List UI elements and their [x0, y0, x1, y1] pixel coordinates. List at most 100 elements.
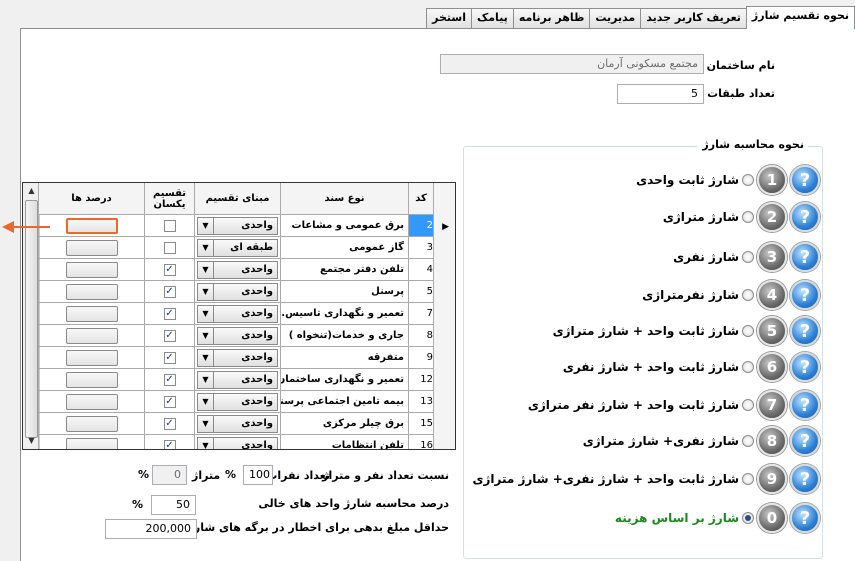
calc-option-radio[interactable] [742, 251, 754, 263]
question-icon[interactable]: ? [790, 242, 820, 272]
dropdown-arrow-icon[interactable]: ▼ [198, 371, 214, 388]
row-code-cell[interactable]: 7 [408, 303, 433, 325]
row-doc-type-cell[interactable]: گاز عمومی [280, 237, 408, 259]
tab-5[interactable]: استخر [426, 8, 472, 28]
calc-option-radio[interactable] [742, 399, 754, 411]
equal-checkbox[interactable]: ✓ [163, 263, 176, 276]
row-equal-cell[interactable] [144, 215, 194, 237]
header-equal[interactable]: تقسیم یکسان [144, 183, 194, 215]
row-base-cell[interactable]: ▼ واحدی [194, 303, 280, 325]
question-icon[interactable]: ? [790, 202, 820, 232]
row-doc-type-cell[interactable]: تعمیر و نگهداری ساختمان [280, 369, 408, 391]
base-combo[interactable]: ▼ واحدی [197, 216, 278, 235]
question-icon[interactable]: ? [790, 165, 820, 195]
header-percent[interactable]: درصد ها [38, 183, 144, 215]
row-percent-cell[interactable] [38, 369, 144, 391]
dropdown-arrow-icon[interactable]: ▼ [198, 261, 214, 278]
row-base-cell[interactable]: ▼ واحدی [194, 281, 280, 303]
base-combo[interactable]: ▼ واحدی [197, 282, 278, 301]
equal-checkbox[interactable]: ✓ [163, 395, 176, 408]
dropdown-arrow-icon[interactable]: ▼ [198, 393, 214, 410]
dropdown-arrow-icon[interactable]: ▼ [198, 349, 214, 366]
min-debt-field[interactable]: 200,000 [105, 519, 197, 539]
calc-option-radio[interactable] [742, 435, 754, 447]
row-percent-cell[interactable] [38, 413, 144, 435]
question-icon[interactable]: ? [790, 390, 820, 420]
dropdown-arrow-icon[interactable]: ▼ [198, 217, 214, 234]
row-code-cell[interactable]: 13 [408, 391, 433, 413]
row-equal-cell[interactable] [144, 237, 194, 259]
tab-3[interactable]: ظاهر برنامه [512, 8, 591, 28]
question-icon[interactable]: ? [790, 352, 820, 382]
row-equal-cell[interactable]: ✓ [144, 325, 194, 347]
row-code-cell[interactable]: 3 [408, 237, 433, 259]
calc-option-radio[interactable] [742, 512, 754, 524]
row-percent-cell[interactable] [38, 303, 144, 325]
row-doc-type-cell[interactable]: جاری و خدمات(تنخواه ) [280, 325, 408, 347]
floors-field[interactable]: 5 [617, 84, 704, 104]
row-percent-cell[interactable] [38, 391, 144, 413]
percent-input[interactable] [65, 393, 118, 410]
row-doc-type-cell[interactable]: تلفن انتظامات [280, 435, 408, 449]
calc-option-0[interactable]: ? 0 شارژ بر اساس هزینه [615, 501, 820, 535]
calc-option-5[interactable]: ? 5 شارژ ثابت واحد + شارژ متراژی [553, 314, 820, 348]
question-icon[interactable]: ? [790, 426, 820, 456]
percent-input[interactable] [65, 305, 118, 322]
question-icon[interactable]: ? [790, 464, 820, 494]
equal-checkbox[interactable]: ✓ [163, 373, 176, 386]
equal-checkbox[interactable] [163, 219, 176, 232]
base-combo[interactable]: ▼ واحدی [197, 392, 278, 411]
question-icon[interactable]: ? [790, 280, 820, 310]
row-code-cell[interactable]: 16 [408, 435, 433, 449]
question-icon[interactable]: ? [790, 503, 820, 533]
percent-input[interactable] [65, 415, 118, 432]
row-doc-type-cell[interactable]: تلفن دفتر مجتمع [280, 259, 408, 281]
row-base-cell[interactable]: ▼ واحدی [194, 413, 280, 435]
equal-checkbox[interactable]: ✓ [163, 285, 176, 298]
row-percent-cell[interactable] [38, 281, 144, 303]
row-equal-cell[interactable]: ✓ [144, 259, 194, 281]
tab-1[interactable]: تعریف کاربر جدید [640, 8, 747, 28]
base-combo[interactable]: ▼ واحدی [197, 414, 278, 433]
row-doc-type-cell[interactable]: پرسنل [280, 281, 408, 303]
row-code-cell[interactable]: 2 [408, 215, 433, 237]
equal-checkbox[interactable]: ✓ [163, 351, 176, 364]
row-equal-cell[interactable]: ✓ [144, 369, 194, 391]
row-base-cell[interactable]: ▼ طبقه ای [194, 237, 280, 259]
base-combo[interactable]: ▼ واحدی [197, 436, 278, 449]
percent-input[interactable] [65, 437, 118, 449]
row-code-cell[interactable]: 5 [408, 281, 433, 303]
percent-input[interactable] [65, 283, 118, 300]
row-percent-cell[interactable] [38, 215, 144, 237]
equal-checkbox[interactable] [163, 241, 176, 254]
base-combo[interactable]: ▼ واحدی [197, 348, 278, 367]
calc-option-radio[interactable] [742, 174, 754, 186]
calc-option-radio[interactable] [742, 289, 754, 301]
dropdown-arrow-icon[interactable]: ▼ [198, 305, 214, 322]
row-equal-cell[interactable]: ✓ [144, 281, 194, 303]
percent-input[interactable] [65, 261, 118, 278]
question-icon[interactable]: ? [790, 316, 820, 346]
row-percent-cell[interactable] [38, 347, 144, 369]
base-combo[interactable]: ▼ واحدی [197, 370, 278, 389]
dropdown-arrow-icon[interactable]: ▼ [198, 327, 214, 344]
area-field[interactable]: 0 [152, 465, 187, 485]
base-combo[interactable]: ▼ طبقه ای [197, 238, 278, 257]
percent-input[interactable] [65, 239, 118, 256]
tab-4[interactable]: پیامک [470, 8, 514, 28]
percent-input[interactable] [65, 371, 118, 388]
row-code-cell[interactable]: 9 [408, 347, 433, 369]
calc-option-2[interactable]: ? 2 شارژ متراژی [663, 200, 820, 234]
calc-option-radio[interactable] [742, 211, 754, 223]
row-equal-cell[interactable]: ✓ [144, 391, 194, 413]
percent-input[interactable] [65, 217, 118, 234]
row-doc-type-cell[interactable]: تعمیر و نگهداری تاسیس... [280, 303, 408, 325]
dropdown-arrow-icon[interactable]: ▼ [198, 415, 214, 432]
tab-0[interactable]: نحوه تقسیم شارژ [745, 6, 855, 29]
calc-option-9[interactable]: ? 9 شارژ ثابت واحد + شارژ نفری+ شارژ متراژ… [472, 462, 820, 496]
row-base-cell[interactable]: ▼ واحدی [194, 259, 280, 281]
row-doc-type-cell[interactable]: برق عمومی و مشاعات [280, 215, 408, 237]
row-base-cell[interactable]: ▼ واحدی [194, 435, 280, 449]
calc-option-radio[interactable] [742, 325, 754, 337]
row-doc-type-cell[interactable]: بیمه تامین اجتماعی پرسنل [280, 391, 408, 413]
